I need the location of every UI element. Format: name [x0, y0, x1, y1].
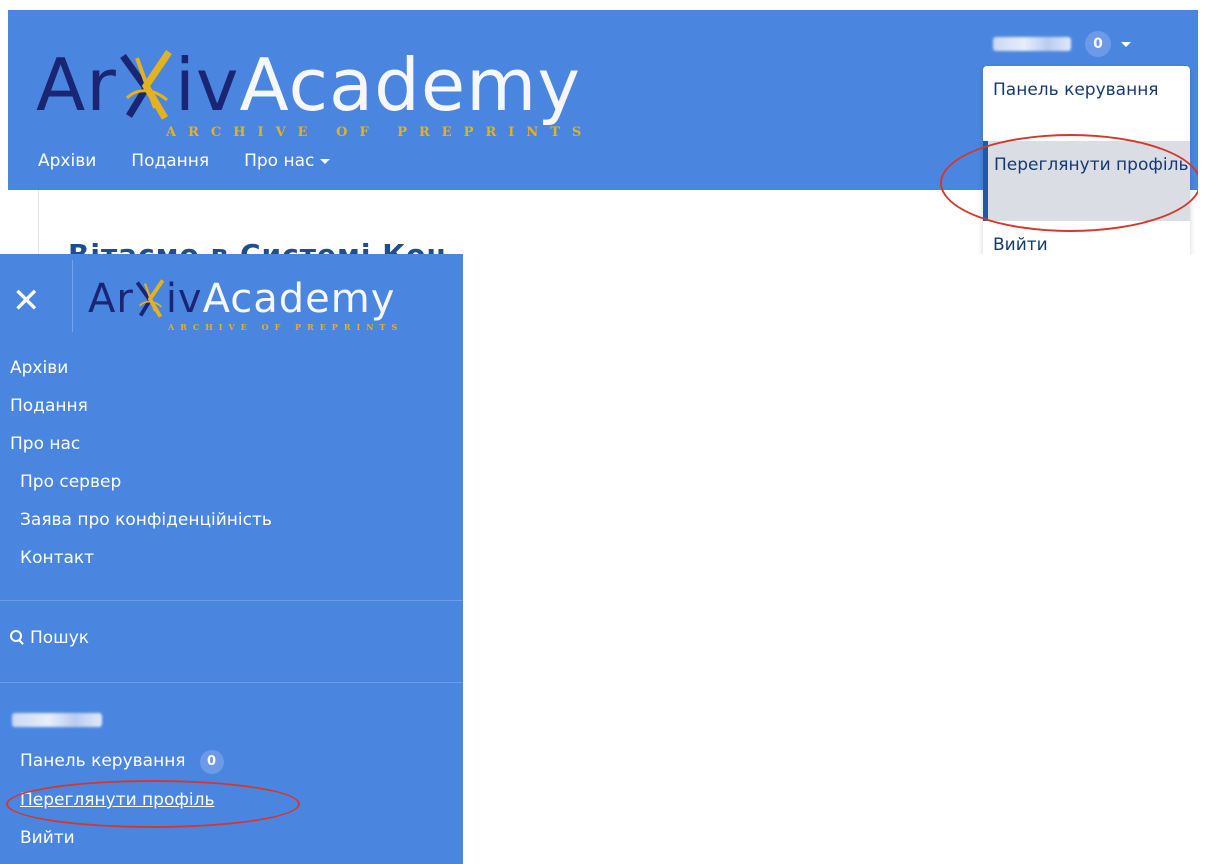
- username-blurred: [12, 713, 102, 727]
- mobile-nav-about-server[interactable]: Про сервер: [20, 472, 121, 492]
- site-logo[interactable]: Ar ivAcademy ARCHIVE OF PREPRINTS: [88, 276, 397, 332]
- mobile-nav-contact[interactable]: Контакт: [20, 548, 94, 568]
- dropdown-item-dashboard[interactable]: Панель керування: [983, 76, 1190, 104]
- logo-text-academy: Academy: [239, 43, 581, 127]
- site-logo[interactable]: Ar ivAcademy ARCHIVE OF PREPRINTS: [36, 48, 581, 140]
- header-nav: Архіви Подання Про нас: [38, 151, 331, 171]
- mobile-nav-archives[interactable]: Архіви: [10, 358, 68, 378]
- nav-archives[interactable]: Архіви: [38, 151, 96, 171]
- page-title-partial: Вітаємо в Системі Кон...: [68, 238, 482, 254]
- logo-text-iv: iv: [174, 43, 240, 127]
- menu-divider: [0, 600, 463, 601]
- nav-about-label: Про нас: [244, 151, 315, 171]
- logo-text-ar: Ar: [36, 43, 117, 127]
- logo-text-iv: iv: [165, 276, 203, 322]
- mobile-menu-screenshot: ✕ Ar ivAcademy ARCHIVE OF PREPRINTS Архів…: [0, 254, 463, 864]
- logo-x-mark: [134, 278, 166, 319]
- logo-x-mark: [117, 48, 175, 121]
- dashboard-label: Панель керування: [20, 751, 186, 771]
- logo-tagline: ARCHIVE OF PREPRINTS: [168, 322, 404, 332]
- search-icon: [10, 630, 24, 644]
- menu-divider: [0, 682, 463, 683]
- mobile-nav-about[interactable]: Про нас: [10, 434, 80, 454]
- logo-tagline: ARCHIVE OF PREPRINTS: [166, 125, 594, 140]
- chevron-down-icon: [320, 158, 331, 164]
- close-icon[interactable]: ✕: [12, 284, 41, 318]
- chevron-down-icon: [1121, 41, 1131, 47]
- logo-text-academy: Academy: [202, 276, 396, 322]
- mobile-nav-privacy[interactable]: Заява про конфіденційність: [20, 510, 272, 530]
- logo-text-ar: Ar: [88, 276, 134, 322]
- highlight-ellipse: [6, 780, 300, 828]
- notification-badge: 0: [199, 750, 224, 774]
- nav-submissions[interactable]: Подання: [131, 151, 209, 171]
- desktop-header-screenshot: Ar ivAcademy ARCHIVE OF PREPRINTS Архіви …: [8, 10, 1198, 254]
- nav-about[interactable]: Про нас: [244, 151, 331, 171]
- mobile-nav-submissions[interactable]: Подання: [10, 396, 88, 416]
- mobile-user-dashboard[interactable]: Панель керування 0: [20, 750, 224, 774]
- dropdown-item-logout[interactable]: Вийти: [983, 231, 1190, 254]
- user-menu-toggle[interactable]: 0: [993, 31, 1131, 57]
- content-border: [38, 190, 39, 254]
- search-label: Пошук: [30, 628, 90, 648]
- username-blurred: [993, 37, 1071, 51]
- highlight-ellipse: [940, 134, 1198, 232]
- mobile-search-link[interactable]: Пошук: [10, 628, 89, 648]
- mobile-username: [12, 712, 102, 732]
- header-divider: [72, 260, 73, 332]
- mobile-user-logout[interactable]: Вийти: [20, 828, 75, 848]
- notification-badge: 0: [1085, 31, 1111, 57]
